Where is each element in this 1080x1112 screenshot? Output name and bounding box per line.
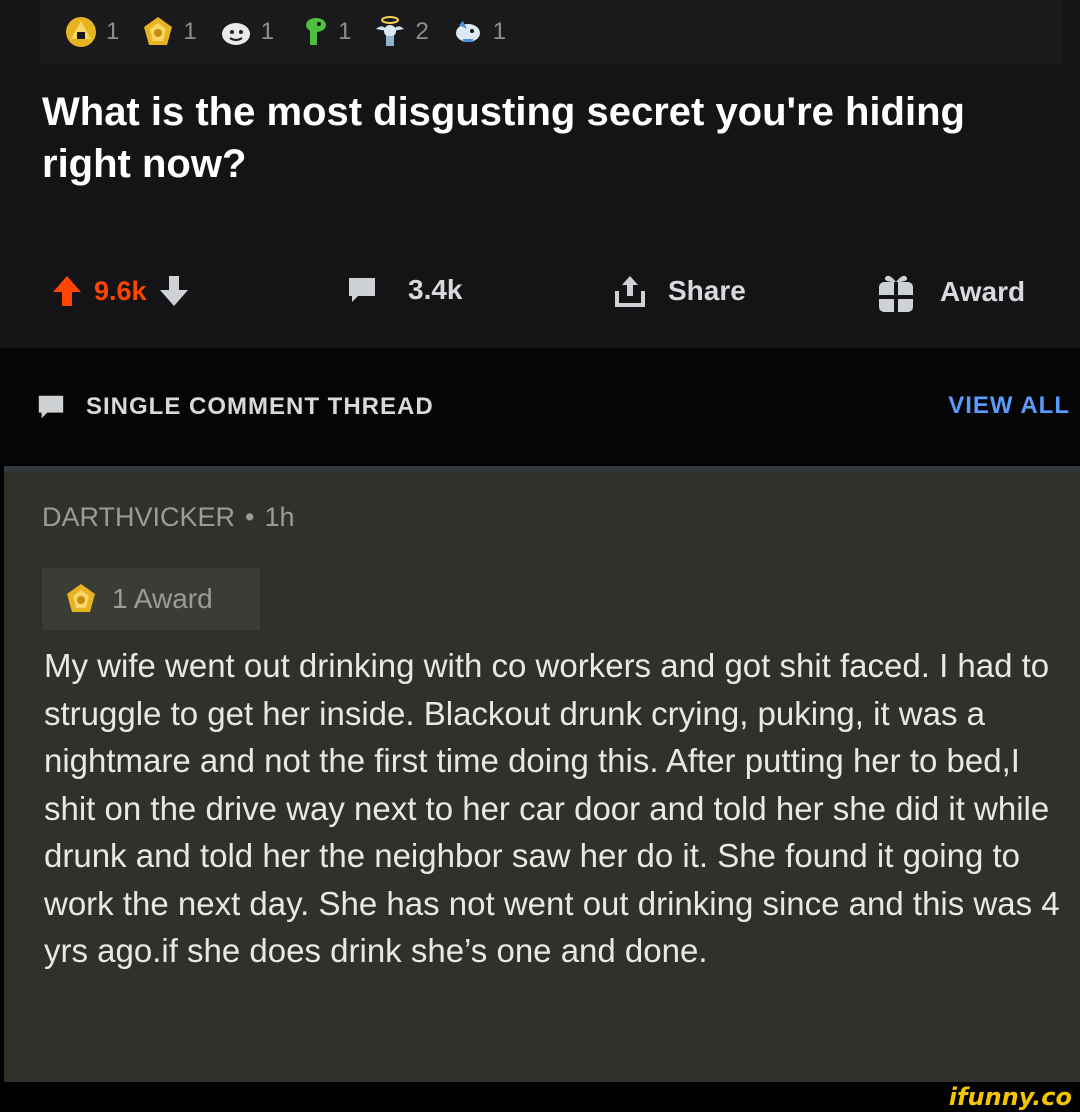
- award-chip[interactable]: 1: [64, 15, 119, 49]
- thread-label: SINGLE COMMENT THREAD: [86, 393, 434, 420]
- comment-award-pill[interactable]: 1 Award: [42, 568, 260, 630]
- comments-button[interactable]: 3.4k: [346, 274, 463, 306]
- comment-meta: DARTHVICKER • 1h: [42, 502, 295, 533]
- downvote-arrow-icon[interactable]: [159, 274, 189, 308]
- post-card: 1 1 1 1 2 1 What is the most disgusting …: [0, 0, 1080, 348]
- share-label: Share: [668, 275, 746, 306]
- comment-time: 1h: [264, 502, 295, 532]
- share-button[interactable]: Share: [614, 274, 746, 308]
- comment-author[interactable]: DARTHVICKER: [42, 502, 235, 533]
- award-chip[interactable]: 1: [296, 15, 351, 49]
- award-chip[interactable]: 1: [451, 15, 506, 49]
- gift-icon: [879, 275, 913, 312]
- view-all-link[interactable]: VIEW ALL: [948, 392, 1070, 420]
- face-award-icon: [221, 23, 250, 45]
- bird-award-icon: [455, 21, 480, 42]
- award-count: 1: [106, 18, 120, 45]
- angel-award-icon: [376, 16, 405, 46]
- gold-pyramid-award-icon: [66, 17, 96, 47]
- comment-count: 3.4k: [408, 274, 463, 305]
- awards-bar[interactable]: 1 1 1 1 2 1: [40, 0, 1062, 64]
- gold-badge-award-icon: [67, 584, 95, 612]
- award-count: 1: [183, 18, 197, 45]
- thread-title: SINGLE COMMENT THREAD: [36, 392, 434, 422]
- award-label: Award: [940, 276, 1026, 307]
- award-count: 1: [492, 18, 507, 45]
- comment-body: My wife went out drinking with co worker…: [44, 647, 1060, 969]
- green-dino-award-icon: [306, 18, 327, 45]
- comment-bubble-icon: [349, 278, 375, 302]
- footer-bar: [0, 1082, 1080, 1112]
- comment-award-text: 1 Award: [112, 583, 213, 614]
- thread-header: SINGLE COMMENT THREAD VIEW ALL: [0, 348, 1080, 464]
- gold-badge-award-icon: [144, 17, 173, 45]
- award-count: 2: [415, 18, 429, 45]
- upvote-arrow-icon[interactable]: [52, 274, 82, 308]
- watermark-logo: ifunny.co: [948, 1083, 1072, 1111]
- award-button[interactable]: Award: [876, 270, 1025, 314]
- award-count: 1: [260, 18, 275, 45]
- award-chip[interactable]: 1: [219, 15, 274, 49]
- highlighted-comment: DARTHVICKER • 1h 1 Award My wife went ou…: [4, 466, 1080, 1082]
- award-count: 1: [338, 18, 352, 45]
- upvote-count: 9.6k: [94, 275, 147, 306]
- meta-separator: •: [245, 502, 255, 532]
- comment-bubble-icon: [38, 395, 64, 419]
- share-icon: [615, 276, 645, 307]
- award-chip[interactable]: 2: [373, 15, 429, 49]
- vote-group: 9.6k: [52, 274, 189, 308]
- award-chip[interactable]: 1: [141, 15, 197, 49]
- post-title[interactable]: What is the most disgusting secret you'r…: [42, 86, 1042, 190]
- post-action-bar: 9.6k 3.4k Share Award: [0, 268, 1080, 324]
